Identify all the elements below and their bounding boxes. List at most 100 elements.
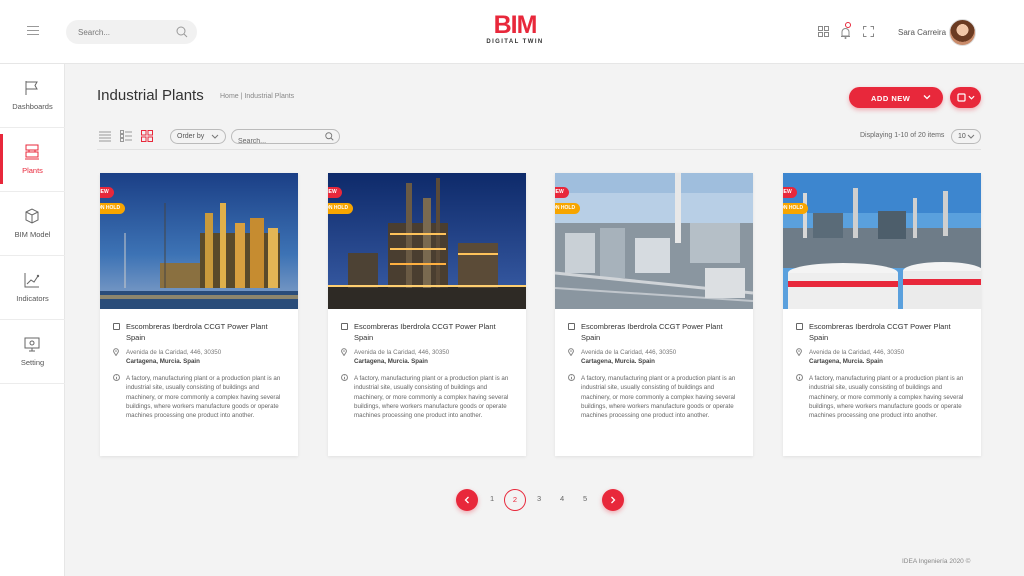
status-badge: ON HOLD: [328, 203, 354, 214]
order-by-label: Order by: [177, 133, 205, 140]
list-search-input[interactable]: [232, 135, 317, 148]
sidebar-item-label: Dashboards: [12, 102, 53, 111]
card-title[interactable]: Escombreras Iberdrola CCGT Power Plant S…: [354, 321, 514, 343]
location-pin-icon: [113, 348, 119, 356]
plants-icon: [25, 144, 39, 160]
notifications[interactable]: [840, 22, 851, 39]
add-new-button[interactable]: ADD NEW: [849, 87, 943, 108]
prev-page-button[interactable]: [456, 489, 478, 511]
location-pin-icon: [568, 348, 574, 356]
sidebar-item-indicators[interactable]: Indicators: [0, 256, 65, 320]
info-icon: [796, 374, 803, 381]
card-description: A factory, manufacturing plant or a prod…: [126, 375, 281, 420]
info-icon: [568, 374, 575, 381]
new-badge: NEW: [783, 187, 797, 198]
card-city: Cartagena, Murcia. Spain: [581, 358, 655, 365]
card-city: Cartagena, Murcia. Spain: [354, 358, 428, 365]
page-4[interactable]: 4: [560, 494, 564, 503]
plant-image[interactable]: NEW ON HOLD: [100, 173, 298, 309]
card-checkbox[interactable]: [341, 323, 348, 330]
bell-icon[interactable]: [840, 27, 851, 39]
card-checkbox[interactable]: [796, 323, 803, 330]
new-badge: NEW: [100, 187, 114, 198]
menu-icon[interactable]: [27, 26, 39, 36]
plant-card[interactable]: NEW ON HOLD Escombreras Iberdrola CCGT P…: [783, 173, 981, 456]
card-address: Avenida de la Caridad, 446, 30350: [354, 349, 450, 356]
page-5[interactable]: 5: [583, 494, 587, 503]
detail-list-view-icon[interactable]: [120, 130, 132, 142]
header-search[interactable]: [66, 20, 197, 44]
chevron-down-icon: [923, 95, 931, 100]
sidebar: Dashboards Plants BIM Model Indicators S…: [0, 64, 65, 576]
options-button[interactable]: [950, 87, 981, 108]
card-description: A factory, manufacturing plant or a prod…: [354, 375, 509, 420]
per-page-select[interactable]: 10: [951, 129, 981, 144]
card-description: A factory, manufacturing plant or a prod…: [809, 375, 964, 420]
page-2-current[interactable]: 2: [504, 489, 526, 511]
chevron-left-icon: [464, 496, 469, 504]
card-address: Avenida de la Caridad, 446, 30350: [126, 349, 222, 356]
per-page-value: 10: [958, 133, 966, 140]
sidebar-item-bim-model[interactable]: BIM Model: [0, 192, 65, 256]
logo-subtitle: DIGITAL TWIN: [486, 39, 544, 45]
toolbar-divider: [97, 149, 981, 150]
breadcrumb[interactable]: Home | Industrial Plants: [220, 93, 294, 100]
card-checkbox[interactable]: [113, 323, 120, 330]
chevron-down-icon: [967, 134, 975, 139]
notification-badge: [845, 22, 851, 28]
user-name[interactable]: Sara Carreira: [898, 28, 946, 37]
plant-image[interactable]: NEW ON HOLD: [328, 173, 526, 309]
page-1[interactable]: 1: [490, 494, 494, 503]
header-search-input[interactable]: [66, 20, 166, 44]
cube-icon: [25, 208, 39, 224]
chevron-right-icon: [611, 496, 616, 504]
status-badge: ON HOLD: [100, 203, 126, 214]
location-pin-icon: [341, 348, 347, 356]
order-by-dropdown[interactable]: Order by: [170, 129, 226, 144]
card-address: Avenida de la Caridad, 446, 30350: [809, 349, 905, 356]
page-3[interactable]: 3: [537, 494, 541, 503]
card-city: Cartagena, Murcia. Spain: [809, 358, 883, 365]
fullscreen-icon[interactable]: [863, 26, 874, 37]
add-new-label: ADD NEW: [871, 94, 911, 103]
sidebar-item-setting[interactable]: Setting: [0, 320, 65, 384]
logo-mark: BIM: [493, 11, 538, 39]
plant-card[interactable]: NEW ON HOLD Escombreras Iberdrola CCGT P…: [100, 173, 298, 456]
plant-card[interactable]: NEW ON HOLD Escombreras Iberdrola CCGT P…: [328, 173, 526, 456]
new-badge: NEW: [328, 187, 342, 198]
card-checkbox[interactable]: [568, 323, 575, 330]
status-badge: ON HOLD: [783, 203, 809, 214]
top-bar: BIM DIGITAL TWIN Sara Carreira: [0, 0, 1024, 64]
card-title[interactable]: Escombreras Iberdrola CCGT Power Plant S…: [581, 321, 741, 343]
flag-icon: [25, 81, 38, 95]
status-badge: ON HOLD: [555, 203, 581, 214]
list-search[interactable]: [231, 129, 340, 148]
list-view-icon[interactable]: [99, 130, 111, 142]
grid-view-icon[interactable]: [141, 130, 153, 142]
location-pin-icon: [796, 348, 802, 356]
plant-image[interactable]: NEW ON HOLD: [555, 173, 753, 309]
search-icon[interactable]: [176, 26, 188, 38]
card-title[interactable]: Escombreras Iberdrola CCGT Power Plant S…: [809, 321, 969, 343]
next-page-button[interactable]: [602, 489, 624, 511]
sidebar-item-label: BIM Model: [14, 230, 51, 239]
square-icon: [957, 93, 966, 102]
sidebar-item-dashboards[interactable]: Dashboards: [0, 64, 65, 128]
sidebar-item-label: Setting: [20, 358, 45, 367]
chevron-down-icon: [968, 95, 975, 100]
card-city: Cartagena, Murcia. Spain: [126, 358, 200, 365]
logo: BIM DIGITAL TWIN: [485, 13, 545, 49]
info-icon: [113, 374, 120, 381]
avatar[interactable]: [949, 19, 976, 46]
sidebar-item-plants[interactable]: Plants: [0, 128, 65, 192]
grid-icon[interactable]: [818, 26, 829, 37]
chevron-down-icon: [211, 134, 219, 139]
card-title[interactable]: Escombreras Iberdrola CCGT Power Plant S…: [126, 321, 286, 343]
sidebar-item-label: Indicators: [16, 294, 49, 303]
search-icon[interactable]: [325, 132, 334, 141]
plant-card[interactable]: NEW ON HOLD Escombreras Iberdrola CCGT P…: [555, 173, 753, 456]
footer-copyright: IDEA Ingeniería 2020 ©: [902, 558, 971, 565]
settings-icon: [24, 337, 40, 352]
plant-image[interactable]: NEW ON HOLD: [783, 173, 981, 309]
info-icon: [341, 374, 348, 381]
